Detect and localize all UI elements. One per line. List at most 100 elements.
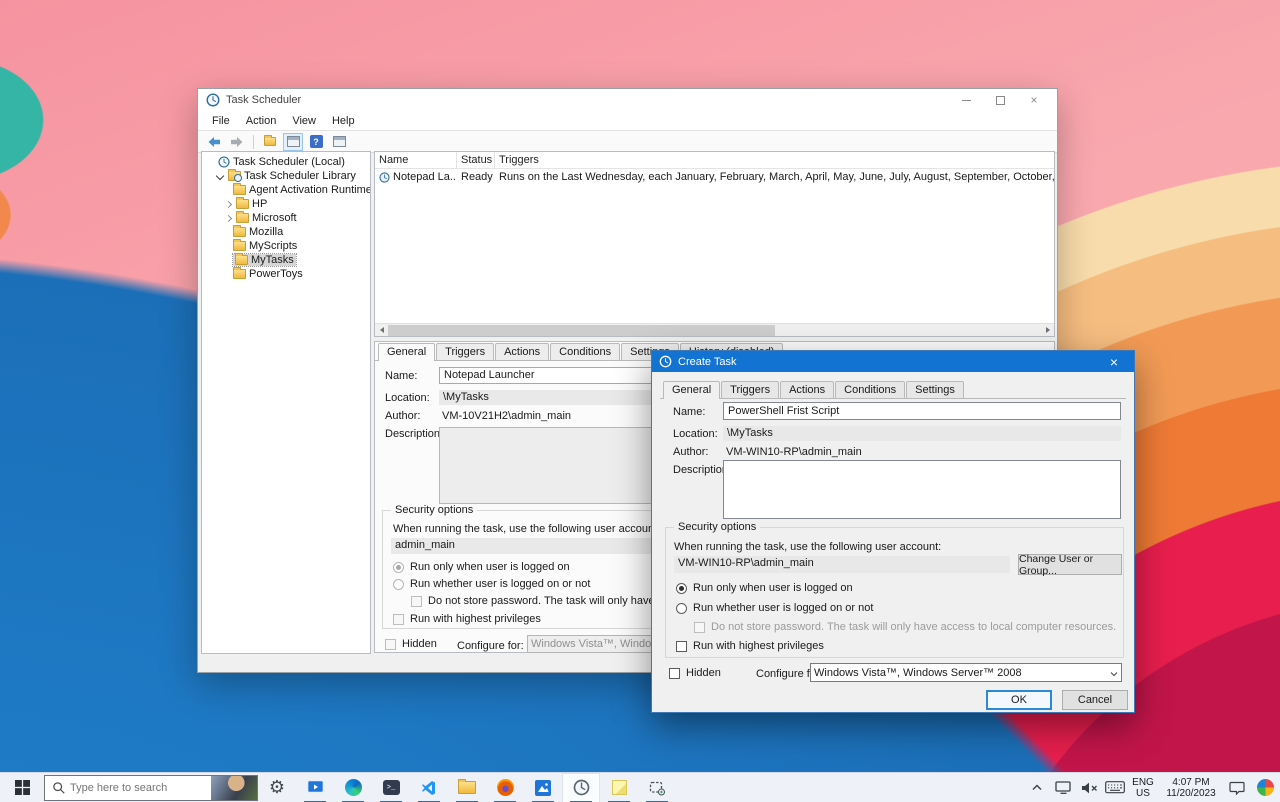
network-icon[interactable] — [1050, 773, 1076, 802]
tree-item-task-scheduler-library[interactable]: Task Scheduler Library — [202, 169, 370, 183]
copilot-icon[interactable] — [1250, 773, 1280, 802]
tab-conditions[interactable]: Conditions — [835, 381, 905, 398]
tab-settings[interactable]: Settings — [906, 381, 964, 398]
radio-icon[interactable] — [676, 583, 687, 594]
tab-general[interactable]: General — [663, 381, 720, 399]
checkbox-icon[interactable] — [676, 641, 687, 652]
scroll-right-icon[interactable] — [1041, 324, 1054, 337]
column-status[interactable]: Status — [457, 152, 495, 168]
tree-item-powertoys[interactable]: PowerToys — [202, 267, 370, 281]
checkbox-icon[interactable] — [694, 622, 705, 633]
description-input[interactable] — [723, 460, 1121, 519]
tree-item-myscripts[interactable]: MyScripts — [202, 239, 370, 253]
radio-icon[interactable] — [676, 603, 687, 614]
taskbar-file-explorer[interactable] — [448, 773, 486, 802]
create-task-dialog: Create Task × General Triggers Actions C… — [651, 350, 1135, 713]
chevron-collapsed-icon[interactable] — [223, 197, 233, 211]
taskbar-sticky-notes[interactable] — [600, 773, 638, 802]
maximize-button[interactable] — [985, 91, 1015, 109]
news-interest-thumbnail[interactable] — [211, 775, 257, 801]
taskbar-task-scheduler[interactable] — [562, 773, 600, 802]
taskbar-firefox[interactable] — [486, 773, 524, 802]
tab-conditions[interactable]: Conditions — [550, 343, 620, 360]
tab-general[interactable]: General — [378, 343, 435, 361]
dialog-title-bar[interactable]: Create Task × — [652, 351, 1134, 372]
radio-run-whether[interactable]: Run whether user is logged on or not — [393, 578, 590, 590]
taskbar-snipping-tool[interactable] — [638, 773, 676, 802]
task-row-notepad-launcher[interactable]: Notepad La... Ready Runs on the Last Wed… — [375, 169, 1054, 185]
touch-keyboard-icon[interactable] — [1102, 773, 1128, 802]
cancel-button[interactable]: Cancel — [1062, 690, 1128, 710]
start-button[interactable] — [0, 773, 44, 802]
tree-item-task-scheduler-local[interactable]: Task Scheduler (Local) — [202, 155, 370, 169]
help-icon[interactable]: ? — [306, 133, 326, 151]
taskbar-movies-tv[interactable] — [296, 773, 334, 802]
radio-icon[interactable] — [393, 562, 404, 573]
name-input[interactable] — [723, 402, 1121, 420]
tab-actions[interactable]: Actions — [495, 343, 549, 360]
column-name[interactable]: Name — [375, 152, 457, 168]
scrollbar-thumb[interactable] — [388, 325, 775, 336]
volume-muted-icon[interactable] — [1076, 773, 1102, 802]
horizontal-scrollbar[interactable] — [375, 323, 1054, 336]
checkbox-highest-privileges[interactable]: Run with highest privileges — [676, 640, 824, 652]
forward-icon[interactable] — [227, 133, 247, 151]
column-triggers[interactable]: Triggers — [495, 152, 1054, 168]
task-status: Ready — [457, 171, 495, 183]
open-folder-icon[interactable] — [260, 133, 280, 151]
radio-run-logged-on[interactable]: Run only when user is logged on — [393, 561, 570, 573]
back-icon[interactable] — [204, 133, 224, 151]
tree-item-mytasks[interactable]: MyTasks — [202, 253, 370, 267]
radio-label: Run only when user is logged on — [693, 582, 853, 594]
ok-button[interactable]: OK — [986, 690, 1052, 710]
radio-run-logged-on[interactable]: Run only when user is logged on — [676, 582, 853, 594]
radio-icon[interactable] — [393, 579, 404, 590]
tab-triggers[interactable]: Triggers — [436, 343, 494, 360]
tree-item-hp[interactable]: HP — [202, 197, 370, 211]
checkbox-icon[interactable] — [669, 668, 680, 679]
menu-action[interactable]: Action — [238, 115, 285, 127]
account-caption: When running the task, use the following… — [393, 523, 660, 535]
close-button[interactable]: × — [1019, 91, 1049, 109]
tab-actions[interactable]: Actions — [780, 381, 834, 398]
tray-chevron-up-icon[interactable] — [1024, 773, 1050, 802]
chevron-collapsed-icon[interactable] — [223, 211, 233, 225]
movies-tv-icon — [307, 780, 324, 795]
tab-triggers[interactable]: Triggers — [721, 381, 779, 398]
dialog-close-icon[interactable]: × — [1101, 354, 1127, 370]
taskbar-edge[interactable] — [334, 773, 372, 802]
console-tree-pane: Task Scheduler (Local) Task Scheduler Li… — [201, 151, 371, 654]
checkbox-hidden[interactable]: Hidden — [669, 667, 721, 679]
show-console-tree-icon[interactable] — [283, 133, 303, 151]
tree-item-agent-activation-runtime[interactable]: Agent Activation Runtime — [202, 183, 370, 197]
standard-view-icon[interactable] — [329, 133, 349, 151]
language-indicator[interactable]: ENG US — [1128, 777, 1158, 799]
taskbar-photos[interactable] — [524, 773, 562, 802]
checkbox-icon[interactable] — [411, 596, 422, 607]
checkbox-icon[interactable] — [385, 639, 396, 650]
minimize-button[interactable] — [951, 91, 981, 109]
checkbox-hidden[interactable]: Hidden — [385, 638, 437, 650]
menu-view[interactable]: View — [284, 115, 324, 127]
configure-for-dropdown[interactable]: Windows Vista™, Windows Server™ 2008 — [810, 663, 1122, 682]
radio-run-whether[interactable]: Run whether user is logged on or not — [676, 602, 873, 614]
checkbox-icon[interactable] — [393, 614, 404, 625]
notification-center-icon[interactable] — [1224, 773, 1250, 802]
taskbar-search[interactable] — [44, 775, 258, 801]
scroll-left-icon[interactable] — [375, 324, 388, 337]
chevron-expanded-icon[interactable] — [215, 169, 225, 183]
checkbox-label: Run with highest privileges — [410, 613, 541, 625]
change-user-button[interactable]: Change User or Group... — [1018, 554, 1122, 575]
search-input[interactable] — [66, 782, 211, 794]
taskbar-vscode[interactable] — [410, 773, 448, 802]
checkbox-highest-privileges[interactable]: Run with highest privileges — [393, 613, 541, 625]
taskbar-terminal[interactable]: >_ — [372, 773, 410, 802]
tray-clock[interactable]: 4:07 PM 11/20/2023 — [1158, 777, 1224, 799]
menu-file[interactable]: File — [204, 115, 238, 127]
tree-item-mozilla[interactable]: Mozilla — [202, 225, 370, 239]
taskbar-settings[interactable]: ⚙ — [258, 773, 296, 802]
checkbox-no-password[interactable]: Do not store password. The task will onl… — [694, 621, 1116, 633]
menu-help[interactable]: Help — [324, 115, 363, 127]
tree-item-microsoft[interactable]: Microsoft — [202, 211, 370, 225]
title-bar[interactable]: Task Scheduler × — [198, 89, 1057, 111]
